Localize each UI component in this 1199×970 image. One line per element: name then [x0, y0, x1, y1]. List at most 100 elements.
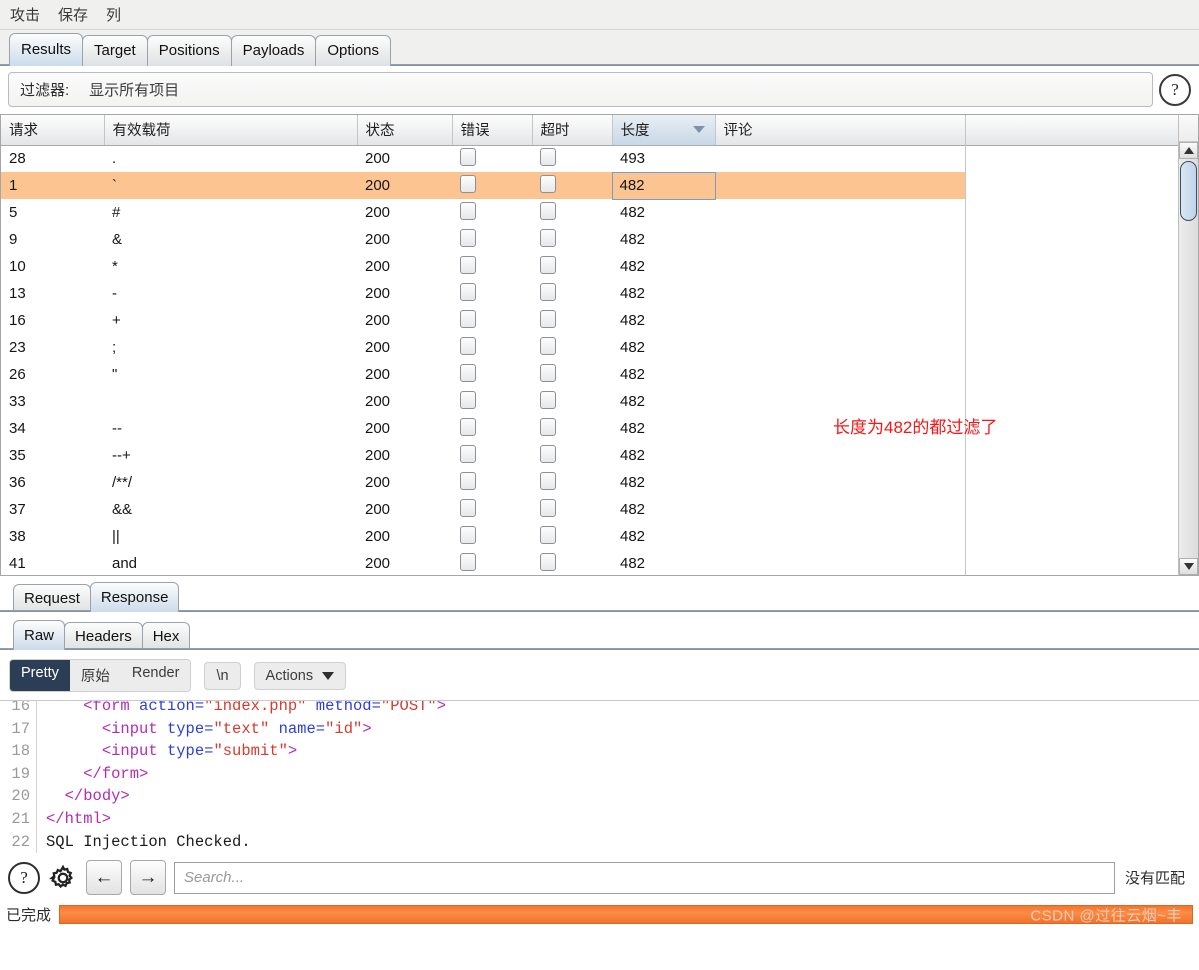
- tab-results[interactable]: Results: [9, 33, 84, 66]
- tab-options[interactable]: Options: [315, 35, 392, 66]
- scroll-track[interactable]: [1179, 159, 1198, 558]
- table-row[interactable]: 16 +200 482: [1, 307, 965, 334]
- cell-comment[interactable]: [715, 550, 965, 575]
- search-prev-button[interactable]: ←: [86, 860, 122, 895]
- cell-comment[interactable]: [715, 253, 965, 280]
- search-next-button[interactable]: →: [130, 860, 166, 895]
- timeout-checkbox[interactable]: [540, 228, 556, 247]
- filter-bar[interactable]: 过滤器: 显示所有项目: [8, 72, 1153, 107]
- table-row[interactable]: 37 && 200 482: [1, 496, 965, 523]
- cell-comment[interactable]: [715, 172, 965, 199]
- column-header-3[interactable]: 错误: [452, 115, 533, 146]
- view-mode-2[interactable]: Render: [120, 660, 191, 691]
- error-checkbox[interactable]: [460, 282, 476, 301]
- tab-positions[interactable]: Positions: [146, 35, 232, 66]
- table-row[interactable]: 28. 200 493: [1, 145, 965, 172]
- cell-comment[interactable]: [715, 226, 965, 253]
- table-row[interactable]: 10 * 200 482: [1, 253, 965, 280]
- column-header-5[interactable]: 长度: [612, 115, 716, 146]
- view-mode-1[interactable]: 原始: [69, 660, 121, 691]
- table-row[interactable]: 38 || 200 482: [1, 523, 965, 550]
- menu-attack[interactable]: 攻击: [8, 3, 42, 26]
- timeout-checkbox[interactable]: [540, 444, 556, 463]
- error-checkbox[interactable]: [460, 552, 476, 571]
- newline-toggle-button[interactable]: \n: [204, 661, 241, 690]
- error-checkbox[interactable]: [460, 417, 476, 436]
- table-row[interactable]: 9 & 200 482: [1, 226, 965, 253]
- table-row[interactable]: 33 200 482: [1, 388, 965, 415]
- cell-comment[interactable]: [715, 442, 965, 469]
- search-help-icon[interactable]: ?: [8, 861, 40, 894]
- error-checkbox[interactable]: [460, 336, 476, 355]
- column-header-2[interactable]: 状态: [357, 115, 453, 146]
- timeout-checkbox[interactable]: [540, 390, 556, 409]
- tab-headers[interactable]: Headers: [64, 622, 143, 650]
- table-row[interactable]: 34 -- 200 482: [1, 415, 965, 442]
- timeout-checkbox[interactable]: [540, 363, 556, 382]
- timeout-checkbox[interactable]: [540, 201, 556, 220]
- error-checkbox[interactable]: [460, 228, 476, 247]
- table-row[interactable]: 35 --+ 200 482: [1, 442, 965, 469]
- table-row[interactable]: 26 " 200 482: [1, 361, 965, 388]
- search-input[interactable]: Search...: [174, 861, 1115, 894]
- actions-button[interactable]: Actions: [253, 661, 347, 690]
- view-mode-segmented-control[interactable]: Pretty 原始 Render: [9, 659, 192, 692]
- cell-comment[interactable]: [715, 496, 965, 523]
- view-mode-0[interactable]: Pretty: [10, 660, 70, 691]
- response-body-viewer[interactable]: 16 17 18 19 20 21 22 <form action="index.php" …: [0, 700, 1199, 853]
- error-checkbox[interactable]: [460, 201, 476, 220]
- timeout-checkbox[interactable]: [540, 525, 556, 544]
- cell-comment[interactable]: [715, 469, 965, 496]
- tab-response[interactable]: Response: [89, 582, 180, 612]
- scroll-down-button[interactable]: [1179, 558, 1198, 575]
- column-header-0[interactable]: 请求: [1, 115, 105, 146]
- error-checkbox[interactable]: [460, 390, 476, 409]
- tab-payloads[interactable]: Payloads: [230, 35, 317, 66]
- menu-save[interactable]: 保存: [56, 3, 90, 26]
- cell-comment[interactable]: [715, 523, 965, 550]
- error-checkbox[interactable]: [460, 174, 476, 193]
- cell-comment[interactable]: [715, 145, 965, 172]
- menu-columns[interactable]: 列: [104, 3, 123, 26]
- tab-request[interactable]: Request: [13, 584, 91, 612]
- tab-raw[interactable]: Raw: [13, 620, 66, 650]
- timeout-checkbox[interactable]: [540, 309, 556, 328]
- cell-comment[interactable]: [715, 280, 965, 307]
- timeout-checkbox[interactable]: [540, 336, 556, 355]
- table-row[interactable]: 13 - 200 482: [1, 280, 965, 307]
- timeout-checkbox[interactable]: [540, 552, 556, 571]
- tab-target[interactable]: Target: [82, 35, 148, 66]
- error-checkbox[interactable]: [460, 444, 476, 463]
- timeout-checkbox[interactable]: [540, 255, 556, 274]
- results-vertical-scrollbar[interactable]: [1178, 114, 1199, 576]
- timeout-checkbox[interactable]: [540, 417, 556, 436]
- cell-comment[interactable]: [715, 388, 965, 415]
- cell-comment[interactable]: [715, 361, 965, 388]
- column-header-6[interactable]: 评论: [715, 115, 966, 146]
- error-checkbox[interactable]: [460, 471, 476, 490]
- error-checkbox[interactable]: [460, 498, 476, 517]
- cell-comment[interactable]: [715, 199, 965, 226]
- gear-icon[interactable]: [48, 863, 78, 893]
- table-row[interactable]: 23; 200 482: [1, 334, 965, 361]
- timeout-checkbox[interactable]: [540, 282, 556, 301]
- scroll-thumb[interactable]: [1180, 161, 1197, 221]
- timeout-checkbox[interactable]: [540, 471, 556, 490]
- table-row[interactable]: 41 and 200 482: [1, 550, 965, 575]
- help-icon[interactable]: ?: [1159, 73, 1191, 106]
- error-checkbox[interactable]: [460, 363, 476, 382]
- error-checkbox[interactable]: [460, 309, 476, 328]
- timeout-checkbox[interactable]: [540, 147, 556, 166]
- error-checkbox[interactable]: [460, 525, 476, 544]
- table-row[interactable]: 36 /**/ 200 482: [1, 469, 965, 496]
- tab-hex[interactable]: Hex: [141, 622, 191, 650]
- timeout-checkbox[interactable]: [540, 498, 556, 517]
- error-checkbox[interactable]: [460, 147, 476, 166]
- cell-comment[interactable]: [715, 334, 965, 361]
- cell-comment[interactable]: [715, 307, 965, 334]
- timeout-checkbox[interactable]: [540, 174, 556, 193]
- column-header-1[interactable]: 有效载荷: [104, 115, 358, 146]
- table-row[interactable]: 1 ` 200 482: [1, 171, 965, 200]
- table-row[interactable]: 5 #200 482: [1, 199, 965, 226]
- column-header-4[interactable]: 超时: [532, 115, 613, 146]
